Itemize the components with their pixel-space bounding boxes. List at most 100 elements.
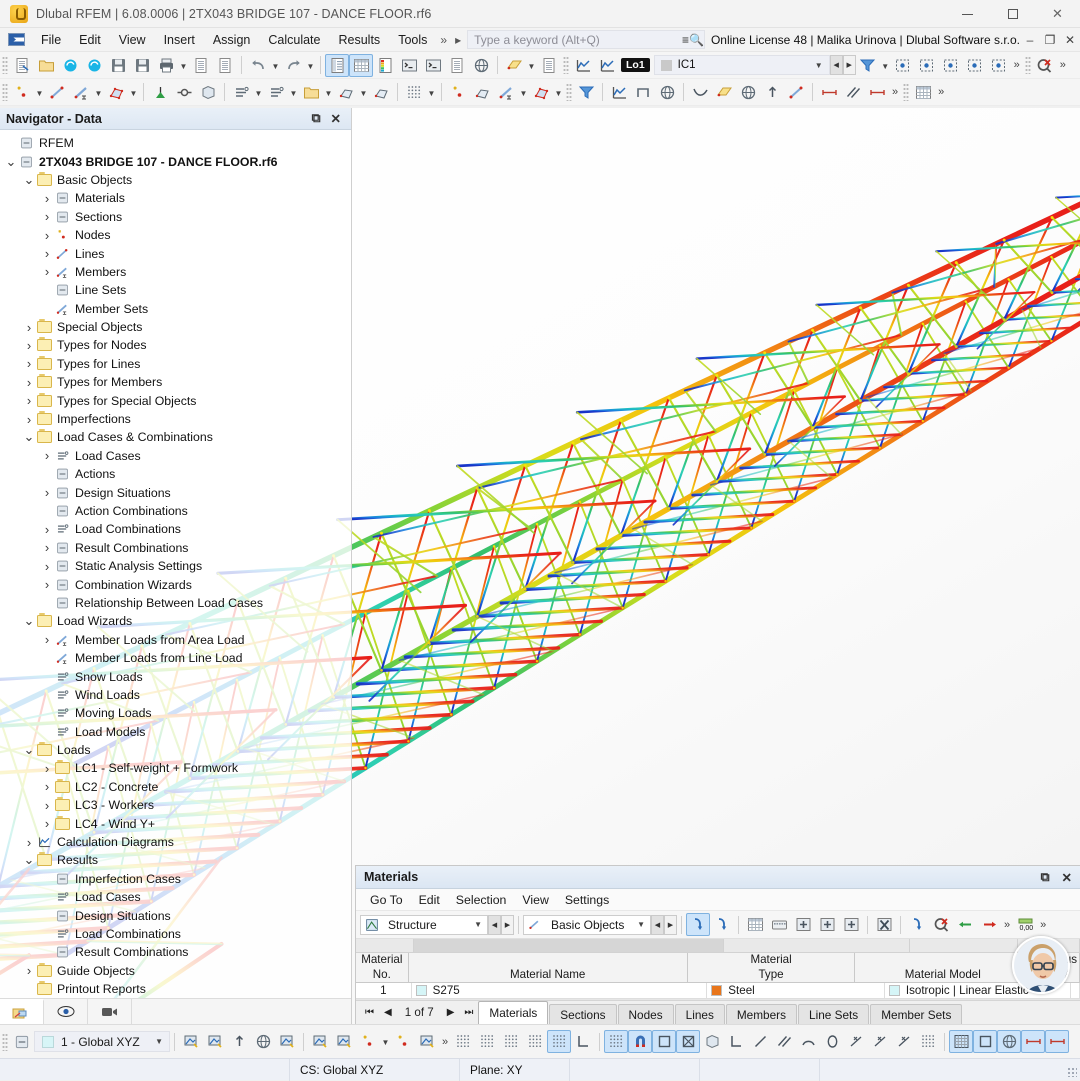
tree-item-design-situations[interactable]: › Design Situations <box>0 483 351 501</box>
menu-insert[interactable]: Insert <box>155 30 204 50</box>
col-material-name[interactable]: Material Name <box>409 953 688 983</box>
chevron-right-icon[interactable]: › <box>40 246 54 261</box>
snap-object-icon[interactable] <box>308 1030 332 1053</box>
table-column-resizers[interactable] <box>356 939 1080 954</box>
pager-next-button[interactable]: ▶ <box>442 1007 460 1018</box>
mesh-icon[interactable] <box>402 81 426 104</box>
new-solid-icon[interactable] <box>196 81 220 104</box>
table-view-icon[interactable] <box>743 913 767 936</box>
tree-item-lc4-wind-y[interactable]: › LC4 - Wind Y+ <box>0 814 351 832</box>
navigator-data-icon[interactable] <box>0 999 44 1024</box>
new-load-dropdown-icon[interactable]: ▼ <box>253 81 264 104</box>
rib-icon[interactable] <box>334 81 358 104</box>
camera-icon[interactable] <box>88 999 132 1024</box>
new-model-icon[interactable] <box>10 54 34 77</box>
dimension-icon[interactable] <box>1021 1030 1046 1053</box>
tree-item-actions[interactable]: Actions <box>0 465 351 483</box>
pager-first-button[interactable]: ⏮ <box>360 1007 379 1018</box>
chevron-down-icon[interactable]: ⌄ <box>22 430 36 443</box>
chevron-down-icon[interactable]: ⌄ <box>4 155 18 168</box>
tree-item-imperfection-cases[interactable]: Imperfection Cases <box>0 870 351 888</box>
col-material-model[interactable]: Material Model <box>855 953 1032 983</box>
render-icon[interactable] <box>655 81 679 104</box>
insert-cell-icon[interactable] <box>815 913 839 936</box>
osnap-magnet-icon[interactable] <box>628 1030 653 1053</box>
tree-item-loads[interactable]: ⌄ Loads <box>0 741 351 759</box>
tree-item-rfem[interactable]: RFEM <box>0 134 351 152</box>
structure-select-prev-button[interactable]: ◀ <box>488 914 501 935</box>
toolbar-overflow-icon[interactable]: » <box>889 86 901 98</box>
chevron-right-icon[interactable]: › <box>22 375 36 390</box>
tree-item-load-combinations[interactable]: Load Combinations <box>0 925 351 943</box>
new-report-icon[interactable] <box>189 54 213 77</box>
chevron-right-icon[interactable]: › <box>40 264 54 279</box>
minimize-button[interactable] <box>945 0 990 28</box>
grid-visible-icon[interactable] <box>547 1030 572 1053</box>
tab-lines[interactable]: Lines <box>674 1004 725 1024</box>
tree-item-basic-objects[interactable]: ⌄ Basic Objects <box>0 171 351 189</box>
node-set-icon[interactable] <box>446 81 470 104</box>
chevron-right-icon[interactable]: › <box>40 761 54 776</box>
tree-item-guide-objects[interactable]: › Guide Objects <box>0 962 351 980</box>
doc-restore-button[interactable]: ❐ <box>1040 33 1060 47</box>
load-case-select[interactable]: IC1 ▼ <box>653 55 830 75</box>
chevron-down-icon[interactable]: ▼ <box>637 920 645 929</box>
tree-item-types-for-lines[interactable]: › Types for Lines <box>0 355 351 373</box>
toolbar-drag-handle[interactable] <box>2 56 8 74</box>
tree-item-static-analysis-settings[interactable]: › Static Analysis Settings <box>0 557 351 575</box>
result-diagram-icon[interactable] <box>571 54 595 77</box>
cell-modulus-e[interactable] <box>1070 983 1080 999</box>
table-menu-settings[interactable]: Settings <box>557 891 617 909</box>
section-plane-icon[interactable] <box>502 54 526 77</box>
chevron-right-icon[interactable]: › <box>40 540 54 555</box>
tree-item-result-combinations[interactable]: Result Combinations <box>0 943 351 961</box>
mesh-dropdown-icon[interactable]: ▼ <box>426 81 437 104</box>
toolbar-overflow-icon[interactable]: » <box>935 86 947 98</box>
toolbar-drag-handle[interactable] <box>2 83 8 101</box>
select-in-model-icon[interactable] <box>710 913 734 936</box>
snap-point-dropdown-icon[interactable]: ▼ <box>380 1030 391 1053</box>
close-icon[interactable]: ✕ <box>331 111 341 126</box>
diagram-icon[interactable] <box>607 81 631 104</box>
toolbar-drag-handle[interactable] <box>2 1032 8 1051</box>
grid-table-icon[interactable] <box>911 81 935 104</box>
tab-nodes[interactable]: Nodes <box>617 1004 674 1024</box>
tree-item-moving-loads[interactable]: Moving Loads <box>0 704 351 722</box>
tree-item-nodes[interactable]: › Nodes <box>0 226 351 244</box>
menu-results[interactable]: Results <box>330 30 390 50</box>
grid-snap-icon[interactable] <box>451 1030 475 1053</box>
toolbar-overflow-icon[interactable]: » <box>1037 919 1049 931</box>
surface-set-icon[interactable] <box>529 81 553 104</box>
chevron-right-icon[interactable]: › <box>40 577 54 592</box>
view-layers-icon[interactable] <box>275 1030 299 1053</box>
chevron-right-icon[interactable]: › <box>22 835 36 850</box>
view-delete-icon[interactable] <box>203 1030 227 1053</box>
tree-item-printout-reports[interactable]: Printout Reports <box>0 980 351 998</box>
undock-icon[interactable]: ⧉ <box>1041 870 1050 885</box>
tab-materials[interactable]: Materials <box>478 1001 549 1024</box>
tree-item-member-loads-from-line-load[interactable]: Member Loads from Line Load <box>0 649 351 667</box>
save-as-icon[interactable] <box>106 54 130 77</box>
tree-item-relationship-between-load-cases[interactable]: Relationship Between Load Cases <box>0 594 351 612</box>
export-icon[interactable] <box>905 913 929 936</box>
chevron-down-icon[interactable]: ⌄ <box>22 173 36 186</box>
table-panel-icon[interactable] <box>349 53 373 77</box>
select-in-table-icon[interactable] <box>686 913 710 936</box>
cell-material-type[interactable]: Steel <box>707 983 885 999</box>
menu-tools[interactable]: Tools <box>389 30 436 50</box>
tree-item-imperfections[interactable]: › Imperfections <box>0 410 351 428</box>
osnap-box-icon[interactable] <box>700 1030 724 1053</box>
chevron-right-icon[interactable]: › <box>22 393 36 408</box>
search-input[interactable]: Type a keyword (Alt+Q) <box>467 30 706 49</box>
toolbar-drag-handle[interactable] <box>1024 56 1031 74</box>
filter-icon[interactable] <box>574 81 598 104</box>
menu-view[interactable]: View <box>110 30 155 50</box>
chevron-down-icon[interactable]: ⌄ <box>22 614 36 627</box>
navigator-panel-icon[interactable] <box>325 53 349 77</box>
new-support-icon[interactable] <box>148 81 172 104</box>
materials-table[interactable]: Material No. Material Name Material Type M… <box>356 939 1080 1000</box>
chevron-right-icon[interactable]: › <box>40 816 54 831</box>
new-hinge-icon[interactable] <box>172 81 196 104</box>
tree-item-types-for-members[interactable]: › Types for Members <box>0 373 351 391</box>
osnap-perp-icon[interactable] <box>844 1030 868 1053</box>
